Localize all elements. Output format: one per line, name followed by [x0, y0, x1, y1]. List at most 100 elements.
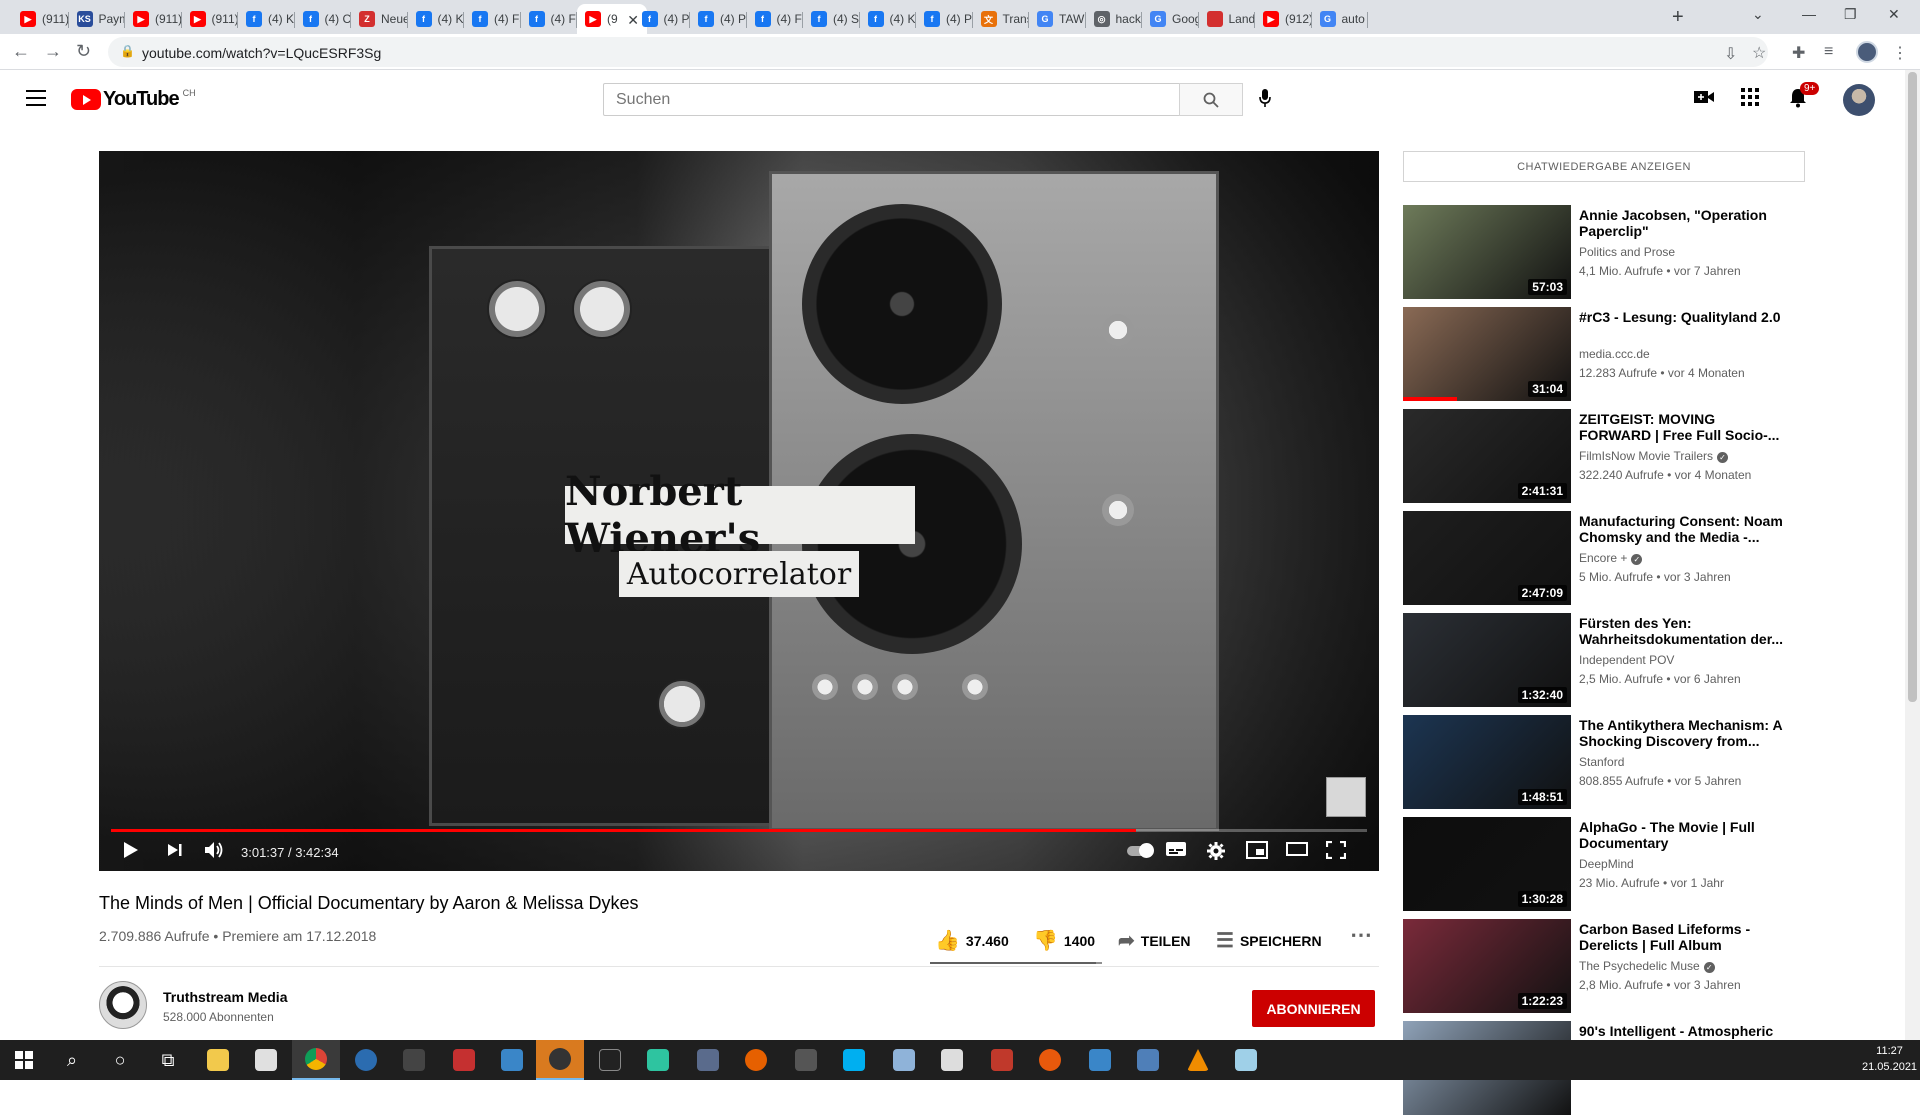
account-avatar[interactable]	[1843, 84, 1875, 116]
install-icon[interactable]: ⇩	[1724, 44, 1737, 64]
recommendation-title[interactable]: Manufacturing Consent: Noam Chomsky and …	[1579, 513, 1789, 545]
scrollbar-thumb[interactable]	[1908, 72, 1917, 702]
more-actions-button[interactable]: ⋯	[1350, 922, 1378, 948]
subtitles-button[interactable]	[1165, 841, 1187, 862]
recommendation-channel[interactable]: Independent POV	[1579, 653, 1674, 667]
fullscreen-button[interactable]	[1325, 840, 1347, 864]
browser-tab[interactable]: f (4) Kı	[408, 4, 464, 34]
taskbar-app-11[interactable]	[1076, 1040, 1124, 1080]
recommendation-item[interactable]: 57:03 Annie Jacobsen, "Operation Papercli…	[1403, 205, 1883, 301]
browser-tab[interactable]: f (4) Kı	[860, 4, 916, 34]
address-bar[interactable]: 🔒 youtube.com/watch?v=LQucESRF3Sg ⇩ ☆	[108, 37, 1768, 67]
autoplay-toggle[interactable]	[1127, 843, 1154, 858]
browser-tab[interactable]: f (4) Fa	[464, 4, 521, 34]
browser-tab[interactable]: f (4) Fa	[521, 4, 577, 34]
taskbar-app-7[interactable]	[880, 1040, 928, 1080]
recommendation-thumbnail[interactable]: 31:04	[1403, 307, 1571, 401]
taskbar-app-obs[interactable]	[536, 1040, 584, 1080]
browser-tab[interactable]: f (4) Ps	[916, 4, 973, 34]
video-player[interactable]: Norbert Wiener's Autocorrelator 3:01:37 …	[99, 151, 1379, 871]
taskbar-app-5[interactable]	[684, 1040, 732, 1080]
taskbar-app-explorer[interactable]	[194, 1040, 242, 1080]
taskbar-app-vlc[interactable]	[1174, 1040, 1222, 1080]
reading-list-icon[interactable]: ≡	[1824, 43, 1833, 61]
recommendation-item[interactable]: 31:04 #rC3 - Lesung: Qualityland 2.0 media…	[1403, 307, 1883, 403]
recommendation-thumbnail[interactable]: 2:41:31	[1403, 409, 1571, 503]
recommendation-thumbnail[interactable]: 1:32:40	[1403, 613, 1571, 707]
recommendation-title[interactable]: 90's Intelligent - Atmospheric	[1579, 1023, 1789, 1039]
recommendation-title[interactable]: ZEITGEIST: MOVING FORWARD | Free Full So…	[1579, 411, 1789, 443]
miniplayer-button[interactable]	[1246, 841, 1268, 864]
task-view-button[interactable]: ⧉	[144, 1040, 192, 1080]
browser-tab[interactable]: Z Neue	[351, 4, 408, 34]
taskbar-app-store[interactable]	[242, 1040, 290, 1080]
taskbar-app-6[interactable]	[782, 1040, 830, 1080]
recommendation-item[interactable]: 2:41:31 ZEITGEIST: MOVING FORWARD | Free …	[1403, 409, 1883, 505]
browser-tab[interactable]: Gauto	[1312, 4, 1368, 34]
search-button[interactable]	[1179, 83, 1243, 116]
chat-replay-button[interactable]: CHATWIEDERGABE ANZEIGEN	[1403, 151, 1805, 182]
recommendation-channel[interactable]: Encore + ✓	[1579, 551, 1643, 565]
browser-tab[interactable]: f (4) Ps	[690, 4, 747, 34]
browser-tab[interactable]: G TAWI	[1029, 4, 1086, 34]
recommendation-item[interactable]: 1:30:28 AlphaGo - The Movie | Full Docume…	[1403, 817, 1883, 913]
browser-tab[interactable]: f (4) Cı	[295, 4, 351, 34]
like-button[interactable]: 👍 37.460	[935, 928, 1009, 953]
settings-button[interactable]	[1206, 841, 1226, 866]
dislike-button[interactable]: 👎 1400	[1033, 928, 1095, 953]
forward-icon[interactable]: →	[44, 41, 62, 62]
recommendation-title[interactable]: Carbon Based Lifeforms - Derelicts | Ful…	[1579, 921, 1789, 953]
browser-tab[interactable]: f (4) Fı	[747, 4, 803, 34]
taskbar-app-9[interactable]	[978, 1040, 1026, 1080]
taskbar-app-chrome[interactable]	[292, 1040, 340, 1080]
close-window-button[interactable]: ✕	[1888, 6, 1900, 23]
recommendation-channel[interactable]: FilmIsNow Movie Trailers ✓	[1579, 449, 1729, 463]
browser-tab[interactable]: ▶ (912)	[1255, 4, 1312, 34]
browser-tab[interactable]: ▶ (911)	[125, 4, 182, 34]
recommendation-thumbnail[interactable]: 2:47:09	[1403, 511, 1571, 605]
progress-bar[interactable]	[111, 829, 1367, 832]
taskbar-app-10[interactable]	[1026, 1040, 1074, 1080]
apps-button[interactable]	[1741, 88, 1759, 112]
tab-search-icon[interactable]: ⌄	[1752, 6, 1764, 23]
system-clock[interactable]: 11:27 21.05.2021	[1862, 1043, 1917, 1075]
taskbar-app-live[interactable]	[586, 1040, 634, 1080]
taskbar-app-voicemeeter[interactable]	[440, 1040, 488, 1080]
recommendation-title[interactable]: Annie Jacobsen, "Operation Paperclip"	[1579, 207, 1789, 239]
voice-search-button[interactable]	[1258, 88, 1272, 113]
youtube-logo[interactable]: YouTube CH	[71, 88, 196, 111]
browser-tab[interactable]: G Goog	[1142, 4, 1199, 34]
browser-menu-icon[interactable]: ⋮	[1892, 43, 1908, 63]
bookmark-star-icon[interactable]: ☆	[1752, 43, 1766, 63]
browser-tab[interactable]: f (4) Kı	[238, 4, 295, 34]
taskbar-app-4[interactable]	[634, 1040, 682, 1080]
search-field[interactable]	[603, 83, 1180, 116]
taskbar-app-2[interactable]	[390, 1040, 438, 1080]
browser-profile-avatar[interactable]	[1856, 41, 1878, 63]
taskbar-app-12[interactable]	[1124, 1040, 1172, 1080]
taskbar-app-8[interactable]	[928, 1040, 976, 1080]
taskbar-app-firefox[interactable]	[732, 1040, 780, 1080]
mute-button[interactable]	[204, 841, 226, 864]
next-button[interactable]	[167, 841, 183, 864]
maximize-button[interactable]: ❐	[1844, 6, 1857, 23]
menu-icon[interactable]	[26, 90, 46, 106]
search-input[interactable]	[604, 84, 1179, 115]
recommendation-channel[interactable]: Politics and Prose	[1579, 245, 1675, 259]
browser-tab[interactable]: ▶ (911)	[12, 4, 69, 34]
create-video-button[interactable]	[1693, 88, 1715, 111]
browser-tab[interactable]: f (4) Ps	[634, 4, 690, 34]
recommendation-channel[interactable]: Stanford	[1579, 755, 1624, 769]
taskbar-app-13[interactable]	[1222, 1040, 1270, 1080]
theater-mode-button[interactable]	[1286, 841, 1308, 862]
cortana-button[interactable]: ○	[96, 1040, 144, 1080]
taskbar-app-1[interactable]	[342, 1040, 390, 1080]
share-button[interactable]: ➦ TEILEN	[1118, 928, 1191, 953]
browser-tab[interactable]: Land	[1199, 4, 1255, 34]
subscribe-button[interactable]: ABONNIEREN	[1252, 990, 1375, 1027]
save-button[interactable]: ☰ SPEICHERN	[1216, 928, 1322, 953]
browser-tab[interactable]: ◎ hack	[1086, 4, 1142, 34]
recommendation-thumbnail[interactable]: 1:30:28	[1403, 817, 1571, 911]
browser-tab[interactable]: f (4) Sc	[803, 4, 860, 34]
recommendation-channel[interactable]: The Psychedelic Muse ✓	[1579, 959, 1715, 973]
